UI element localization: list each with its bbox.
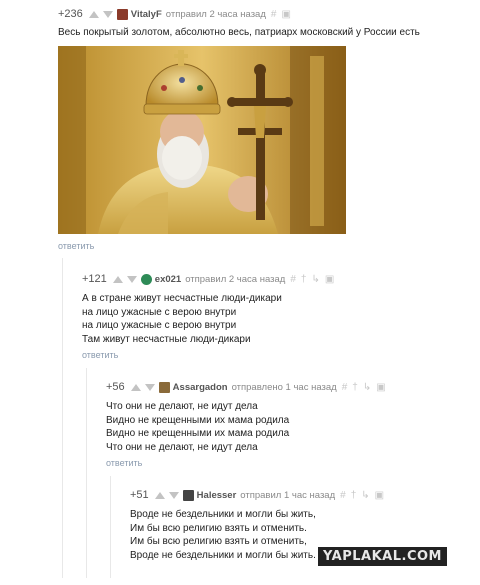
hash-icon[interactable]: # [290,274,296,285]
comment-author[interactable]: ex021 [155,274,181,285]
upvote-arrow-icon[interactable] [112,275,123,283]
thread-line [86,368,87,578]
comment-author[interactable]: Assargadon [173,382,228,393]
photo-image [58,46,346,234]
link-icon[interactable]: † [351,490,357,501]
save-icon[interactable]: ▣ [325,274,334,285]
downvote-arrow-icon[interactable] [144,383,155,391]
comment-rating: +56 [106,381,125,393]
hash-icon[interactable]: # [342,382,348,393]
comment-meta: отправил 2 часа назад [185,273,286,285]
upvote-arrow-icon[interactable] [130,383,141,391]
comment-line: Что они не делают, не идут дела [106,441,258,453]
link-icon[interactable]: † [352,382,358,393]
reply-icon[interactable]: ↳ [361,490,369,501]
comment-meta: отправлено 1 час назад [231,381,337,393]
reply-link[interactable]: ответить [58,241,94,251]
comment-text: А в стране живут несчастные люди-дикари … [82,292,462,346]
comment-header: +51 Halesser отправил 1 час назад # † ↳ … [130,489,384,501]
hash-icon[interactable]: # [271,9,277,20]
downvote-arrow-icon[interactable] [168,491,179,499]
upvote-arrow-icon[interactable] [88,10,99,18]
avatar [140,273,152,285]
comment-author[interactable]: VitalyF [131,9,162,20]
save-icon[interactable]: ▣ [281,9,290,20]
thread-line [110,476,111,578]
reply-link[interactable]: ответить [82,350,118,360]
comment-header: +121 ex021 отправил 2 часа назад # † ↳ ▣ [82,273,334,285]
avatar [182,489,194,501]
comment-author[interactable]: Halesser [197,490,237,501]
patriarch-photo [58,46,346,234]
comment-line: Видно не крещенными их мама родила [106,414,290,426]
save-icon[interactable]: ▣ [375,490,384,501]
site-watermark: YAPLAKAL.COM [318,547,447,566]
comment-line: Вроде не бездельники и могли бы жить, [130,509,316,520]
comment-line: Им бы всю религию взять и отменить. [130,522,307,534]
hash-icon[interactable]: # [340,490,346,501]
comment-meta: отправил 2 часа назад [165,8,266,20]
link-icon[interactable]: † [301,274,307,285]
comment-header: +236 VitalyF отправил 2 часа назад # ▣ [58,8,291,20]
comment-line: А в стране живут несчастные люди-дикари [82,293,282,304]
comment-rating: +121 [82,273,107,285]
thread-line [62,258,63,578]
save-icon[interactable]: ▣ [376,382,385,393]
comment-meta: отправил 1 час назад [240,489,336,501]
reply-icon[interactable]: ↳ [311,274,319,285]
comment-rating: +51 [130,489,149,501]
reply-icon[interactable]: ↳ [363,382,371,393]
upvote-arrow-icon[interactable] [154,491,165,499]
downvote-arrow-icon[interactable] [102,10,113,18]
comment-header: +56 Assargadon отправлено 1 час назад # … [106,381,386,393]
comment-line: Там живут несчастные люди-дикари [82,333,251,345]
avatar [116,8,128,20]
avatar [158,381,170,393]
comment-line: Весь покрытый золотом, абсолютно весь, п… [58,27,420,38]
comment-rating: +236 [58,8,83,20]
comment-text: Что они не делают, не идут дела Видно не… [106,400,466,454]
comment-text: Весь покрытый золотом, абсолютно весь, п… [58,26,458,40]
downvote-arrow-icon[interactable] [126,275,137,283]
comment-line: Что они не делают, не идут дела [106,401,258,412]
comment-line: на лицо ужасные с верою внутри [82,320,237,331]
comment-line: на лицо ужасные с верою внутри [82,306,237,318]
comment-line: Видно не крещенными их мама родила [106,428,290,439]
reply-link[interactable]: ответить [106,458,142,468]
